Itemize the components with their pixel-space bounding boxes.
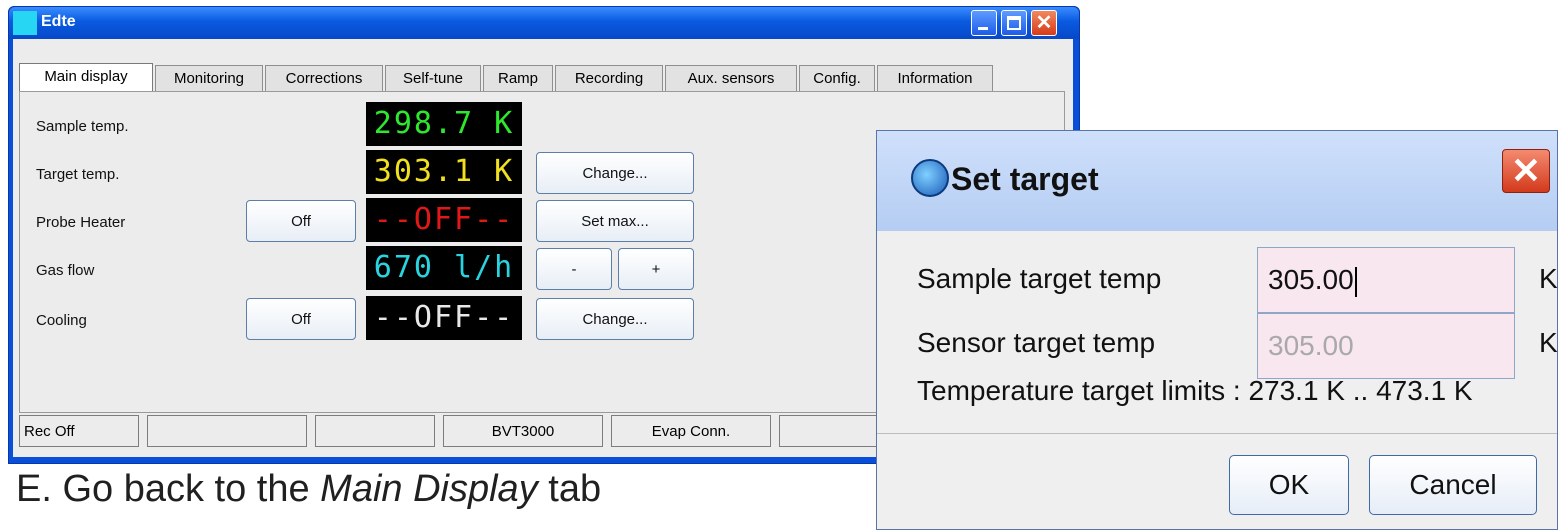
minimize-button[interactable] <box>971 10 997 36</box>
gas-flow-display: 670 l/h <box>366 246 522 290</box>
cooling-display: --OFF-- <box>366 296 522 340</box>
status-field-6 <box>779 415 889 447</box>
dialog-close-button[interactable]: ✕ <box>1502 149 1550 193</box>
temperature-limits: Temperature target limits : 273.1 K .. 4… <box>917 375 1473 406</box>
gas-flow-decrease-button[interactable]: - <box>536 248 612 290</box>
sensor-target-value: 305.00 <box>1268 330 1354 361</box>
change-target-button[interactable]: Change... <box>536 152 694 194</box>
minimize-icon <box>978 27 988 30</box>
change-cooling-button[interactable]: Change... <box>536 298 694 340</box>
dialog-title-bar[interactable]: Set target ✕ <box>877 131 1557 231</box>
cancel-button[interactable]: Cancel <box>1369 455 1537 515</box>
sensor-target-label: Sensor target temp <box>917 327 1156 358</box>
sample-target-value: 305.00 <box>1268 264 1354 295</box>
set-target-dialog: Set target ✕ Sample target temp 305.00 K… <box>876 130 1558 530</box>
set-max-button[interactable]: Set max... <box>536 200 694 242</box>
tab-self-tune[interactable]: Self-tune <box>385 65 481 91</box>
caption-prefix: E. Go back to the <box>16 468 321 510</box>
tab-corrections[interactable]: Corrections <box>265 65 383 91</box>
ok-button[interactable]: OK <box>1229 455 1349 515</box>
gas-flow-label: Gas flow <box>36 262 95 279</box>
status-field-3 <box>315 415 435 447</box>
maximize-icon <box>1007 16 1021 30</box>
sensor-target-unit: K <box>1539 327 1558 358</box>
dialog-title: Set target <box>951 161 1099 197</box>
tab-recording[interactable]: Recording <box>555 65 663 91</box>
probe-heater-display: --OFF-- <box>366 198 522 242</box>
dialog-separator <box>877 433 1557 434</box>
tab-aux-sensors[interactable]: Aux. sensors <box>665 65 797 91</box>
cooling-label: Cooling <box>36 312 87 329</box>
sample-temp-display: 298.7 K <box>366 102 522 146</box>
target-temp-display: 303.1 K <box>366 150 522 194</box>
close-icon: ✕ <box>1510 150 1542 191</box>
probe-heater-toggle[interactable]: Off <box>246 200 356 242</box>
tab-information[interactable]: Information <box>877 65 993 91</box>
tab-monitoring[interactable]: Monitoring <box>155 65 263 91</box>
app-logo-icon <box>911 159 949 197</box>
app-icon <box>13 11 37 35</box>
caption-suffix: tab <box>537 468 602 510</box>
tab-main-display[interactable]: Main display <box>19 63 153 92</box>
close-icon: ✕ <box>1035 12 1053 34</box>
probe-heater-label: Probe Heater <box>36 214 126 231</box>
title-bar[interactable]: Edte ✕ <box>9 7 1079 39</box>
tab-ramp[interactable]: Ramp <box>483 65 553 91</box>
sample-target-label: Sample target temp <box>917 263 1162 294</box>
instruction-caption: E. Go back to the Main Display tab <box>16 468 601 511</box>
status-evap: Evap Conn. <box>611 415 771 447</box>
status-rec: Rec Off <box>19 415 139 447</box>
text-caret <box>1354 266 1357 297</box>
sensor-target-input: 305.00 <box>1257 313 1515 379</box>
caption-emphasis: Main Display <box>320 468 538 510</box>
status-device: BVT3000 <box>443 415 603 447</box>
window-title: Edte <box>41 13 76 30</box>
target-temp-label: Target temp. <box>36 166 120 183</box>
close-button[interactable]: ✕ <box>1031 10 1057 36</box>
sample-temp-label: Sample temp. <box>36 118 129 135</box>
sample-target-input[interactable]: 305.00 <box>1257 247 1515 313</box>
gas-flow-increase-button[interactable]: + <box>618 248 694 290</box>
maximize-button[interactable] <box>1001 10 1027 36</box>
status-field-2 <box>147 415 307 447</box>
tab-config[interactable]: Config. <box>799 65 875 91</box>
cooling-toggle[interactable]: Off <box>246 298 356 340</box>
sample-target-unit: K <box>1539 263 1558 294</box>
